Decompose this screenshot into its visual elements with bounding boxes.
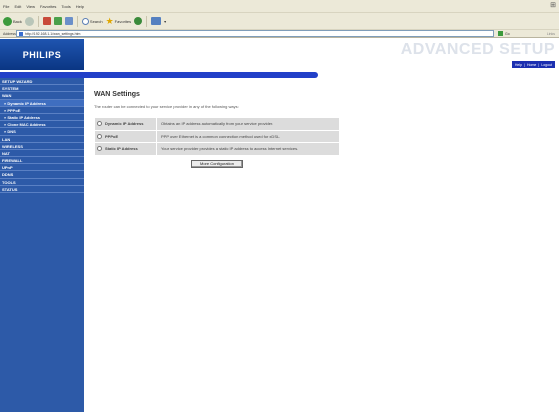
- option-description: Obtains an IP address automatically from…: [156, 117, 340, 131]
- web-page: PHILIPS ADVANCED SETUP Help | Home | Log…: [0, 39, 559, 412]
- sidebar-nav: SETUP WIZARD SYSTEM WAN » Dynamic IP Add…: [0, 78, 84, 412]
- menu-favorites[interactable]: Favorites: [40, 4, 56, 9]
- wan-options-table: Dynamic IP Address Obtains an IP address…: [94, 117, 340, 156]
- radio-dynamic-ip[interactable]: [97, 121, 102, 127]
- sidebar-item-ddns[interactable]: DDNS: [0, 171, 84, 179]
- link-separator: |: [538, 62, 540, 67]
- more-configuration-button[interactable]: More Configuration: [190, 159, 244, 168]
- menu-tools[interactable]: Tools: [61, 4, 70, 9]
- address-bar: Address http://192.168.1.1/wan_settings.…: [0, 29, 559, 38]
- page-header: PHILIPS ADVANCED SETUP Help | Home | Log…: [0, 39, 559, 70]
- option-label: Dynamic IP Address: [105, 121, 144, 127]
- button-row: More Configuration: [94, 159, 340, 168]
- header-links: Help | Home | Logout: [511, 61, 555, 68]
- table-row: Static IP Address Your service provider …: [94, 142, 340, 156]
- forward-arrow-icon: [24, 16, 34, 26]
- option-label: PPPoE: [105, 133, 119, 139]
- back-button[interactable]: Back: [3, 15, 22, 27]
- go-arrow-icon: [498, 31, 503, 36]
- intro-text: The router can be connected to your serv…: [94, 104, 239, 109]
- menu-file[interactable]: File: [3, 4, 9, 9]
- media-icon[interactable]: [134, 17, 143, 25]
- option-cell: PPPoE: [94, 129, 157, 143]
- home-icon[interactable]: [64, 17, 73, 25]
- table-row: PPPoE PPP over Ethernet is a common conn…: [94, 129, 340, 143]
- option-description: Your service provider provides a static …: [156, 142, 340, 156]
- mail-dropdown-icon[interactable]: ▾: [164, 19, 166, 24]
- address-url: http://192.168.1.1/wan_settings.htm: [25, 31, 81, 36]
- stop-icon[interactable]: [42, 17, 51, 25]
- browser-toolbar: Back Search ★ Favorites ▾: [0, 12, 559, 29]
- sidebar-item-pppoe[interactable]: » PPPoE: [0, 107, 84, 114]
- toolbar-divider: [37, 15, 39, 27]
- option-label: Static IP Address: [105, 146, 138, 152]
- logo-text: PHILIPS: [22, 49, 62, 60]
- favorites-button[interactable]: ★ Favorites: [106, 15, 132, 27]
- search-button-label: Search: [89, 18, 103, 24]
- address-input[interactable]: http://192.168.1.1/wan_settings.htm: [16, 30, 494, 37]
- philips-logo: PHILIPS: [0, 39, 84, 70]
- windows-logo-icon: ⊞: [550, 2, 556, 9]
- menu-view[interactable]: View: [26, 4, 35, 9]
- forward-button[interactable]: [24, 15, 34, 27]
- sidebar-item-lan[interactable]: LAN: [0, 136, 84, 143]
- sidebar-item-nat[interactable]: NAT: [0, 150, 84, 158]
- main-content: WAN Settings The router can be connected…: [94, 91, 484, 168]
- link-separator: |: [524, 62, 526, 67]
- back-arrow-icon: [3, 16, 12, 26]
- sidebar-item-status[interactable]: STATUS: [0, 186, 84, 193]
- toolbar-divider: [76, 15, 78, 27]
- search-icon: [81, 17, 89, 25]
- sidebar-item-dynamic-ip[interactable]: » Dynamic IP Address: [0, 99, 84, 107]
- menu-help[interactable]: Help: [76, 4, 84, 9]
- star-icon: ★: [105, 15, 114, 26]
- sidebar-item-firewall[interactable]: FIREWALL: [0, 157, 84, 165]
- sidebar-item-system[interactable]: SYSTEM: [0, 85, 84, 93]
- sidebar-item-dns[interactable]: » DNS: [0, 128, 84, 136]
- sidebar-item-setup-wizard[interactable]: SETUP WIZARD: [0, 78, 84, 86]
- refresh-icon[interactable]: [53, 17, 62, 25]
- page-title: WAN Settings: [94, 91, 140, 98]
- go-button-label: Go: [505, 31, 510, 36]
- go-button[interactable]: Go: [494, 31, 510, 36]
- toolbar-divider: [146, 15, 148, 27]
- sidebar-item-wireless[interactable]: WIRELESS: [0, 143, 84, 150]
- sidebar-item-clone-mac[interactable]: » Clone MAC Address: [0, 121, 84, 129]
- ie-page-icon: [19, 31, 23, 36]
- sidebar-item-static-ip[interactable]: » Static IP Address: [0, 114, 84, 122]
- links-button[interactable]: Links: [547, 32, 559, 36]
- favorites-button-label: Favorites: [114, 18, 132, 24]
- table-row: Dynamic IP Address Obtains an IP address…: [94, 117, 340, 131]
- option-cell: Dynamic IP Address: [94, 117, 157, 131]
- menu-edit[interactable]: Edit: [14, 4, 21, 9]
- browser-window: File Edit View Favorites Tools Help ⊞ Ba…: [0, 0, 559, 412]
- sidebar-item-wan[interactable]: WAN: [0, 92, 84, 100]
- sidebar-item-upnp[interactable]: UPnP: [0, 164, 84, 172]
- option-description: PPP over Ethernet is a common connection…: [156, 129, 340, 143]
- logout-link[interactable]: Logout: [541, 63, 552, 67]
- menu-bar: File Edit View Favorites Tools Help ⊞: [0, 0, 559, 12]
- radio-static-ip[interactable]: [97, 146, 102, 152]
- home-link[interactable]: Home: [527, 63, 536, 67]
- sidebar-item-tools[interactable]: TOOLS: [0, 179, 84, 186]
- option-cell: Static IP Address: [94, 142, 157, 156]
- address-label: Address: [3, 31, 16, 36]
- back-button-label: Back: [13, 18, 22, 24]
- help-link[interactable]: Help: [515, 63, 522, 67]
- banner-title: ADVANCED SETUP: [400, 41, 555, 58]
- header-divider-bar: [84, 72, 318, 78]
- search-button[interactable]: Search: [81, 15, 103, 27]
- mail-icon[interactable]: [151, 17, 162, 25]
- radio-pppoe[interactable]: [97, 133, 102, 139]
